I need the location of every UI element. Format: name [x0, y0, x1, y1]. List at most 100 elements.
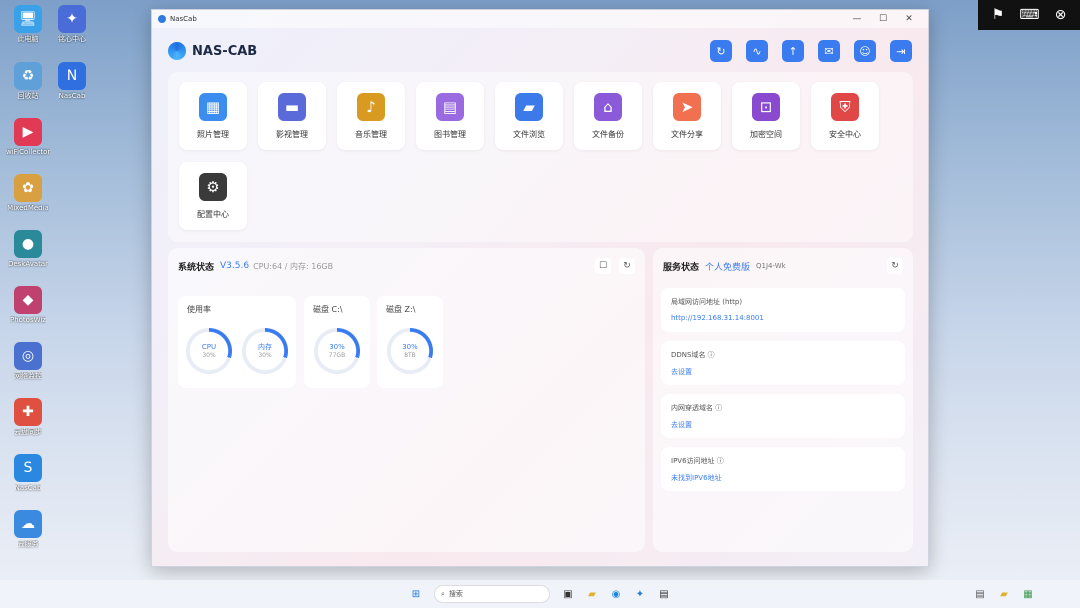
service-row: DDNS域名 ⓘ 去设置: [661, 341, 905, 385]
taskview-icon[interactable]: ▣: [560, 586, 576, 602]
desktop-app-icon: ◆: [14, 286, 42, 314]
app-tile-icon: ▰: [515, 92, 543, 121]
toolbar: ↻ ∿ ↑ ✉ ☺ ⇥: [696, 40, 912, 62]
close-button[interactable]: ✕: [896, 14, 922, 24]
app-tile-icon: ⛨: [831, 92, 859, 121]
refresh-icon[interactable]: ↻: [619, 258, 635, 274]
pulse-icon[interactable]: ∿: [746, 40, 768, 62]
terminal-icon[interactable]: ▤: [656, 586, 672, 602]
app-tile[interactable]: ⚙ 配置中心: [179, 162, 247, 230]
mail-icon[interactable]: ✉: [818, 40, 840, 62]
desktop-icon-label: DeskAvatar: [7, 260, 49, 268]
desktop-icon[interactable]: N NasCab: [50, 62, 94, 101]
app-grid: ▦ 照片管理 ▬ 影视管理 ♪ 音乐管理 ▤ 图书管理 ▰ 文件浏览 ⌂ 文件备份 ➤ 文件分享 ⊡ 加密空间…: [168, 72, 913, 242]
desktop-icon[interactable]: ✦ 铭心中心: [50, 5, 94, 44]
desktop-icon[interactable]: ✿ MixedMedia: [6, 174, 50, 213]
logout-icon[interactable]: ⇥: [890, 40, 912, 62]
disk-z-size: 8TB: [404, 351, 416, 359]
search-icon: ⌕: [441, 589, 445, 598]
service-row-link[interactable]: 去设置: [671, 367, 692, 377]
service-status-title: 服务状态: [663, 262, 700, 273]
nascab-window: NasCab — ☐ ✕ NAS-CAB ↻ ∿ ↑ ✉ ☺ ⇥ ▦ 照片管理 ▬ 影视管理 ♪ 音…: [151, 9, 929, 567]
flag-icon[interactable]: ⚑: [992, 7, 1005, 23]
desktop-app-icon: N: [58, 62, 86, 90]
service-row: IPV6访问地址 ⓘ 未找到IPV6地址: [661, 447, 905, 491]
memory-gauge: 内存 30%: [242, 328, 288, 374]
desktop-icon[interactable]: ● DeskAvatar: [6, 230, 50, 269]
app-tile[interactable]: ➤ 文件分享: [653, 82, 721, 150]
desktop-icon[interactable]: ◆ PhotosWiz: [6, 286, 50, 325]
app-tile[interactable]: ♪ 音乐管理: [337, 82, 405, 150]
service-status-panel: 服务状态 个人免费版 Q1J4-Wk ↻ 局域网访问地址 (http) http:…: [653, 248, 913, 552]
service-row-label: DDNS域名 ⓘ: [671, 351, 715, 359]
app-tile[interactable]: ▤ 图书管理: [416, 82, 484, 150]
service-row-link[interactable]: 去设置: [671, 420, 692, 430]
app-tile[interactable]: ▬ 影视管理: [258, 82, 326, 150]
desktop-icon[interactable]: ✚ 云盘同步: [6, 398, 50, 437]
desktop-icon[interactable]: S NasCab: [6, 454, 50, 493]
nascab-taskbar-icon[interactable]: ✦: [632, 586, 648, 602]
upload-icon[interactable]: ↑: [782, 40, 804, 62]
brand-name: NAS-CAB: [192, 43, 258, 59]
desktop-icon[interactable]: 🖥 此电脑: [6, 5, 50, 44]
memory-value: 30%: [258, 351, 272, 359]
desktop-app-icon: 🖥: [14, 5, 42, 33]
service-row-label: IPV6访问地址 ⓘ: [671, 457, 724, 465]
memory-label: 内存: [258, 342, 272, 351]
edge-icon[interactable]: ◉: [608, 586, 624, 602]
cpu-gauge: CPU 30%: [186, 328, 232, 374]
service-row-link[interactable]: 未找到IPV6地址: [671, 473, 722, 483]
app-tile[interactable]: ▦ 照片管理: [179, 82, 247, 150]
tray-folder-icon[interactable]: ▰: [996, 586, 1012, 602]
keyboard-icon[interactable]: ⌨: [1019, 7, 1039, 23]
app-tile-label: 图书管理: [434, 129, 466, 139]
app-tile-icon: ⊡: [752, 92, 780, 121]
service-row-link[interactable]: http://192.168.31.14:8001: [671, 314, 764, 322]
app-tile-icon: ▤: [436, 92, 464, 121]
disk-c-card: 磁盘 C:\ 30% 77GB: [304, 296, 370, 388]
desktop-app-icon: ✿: [14, 174, 42, 202]
desktop-app-icon: ✚: [14, 398, 42, 426]
disk-c-size: 77GB: [328, 351, 346, 359]
app-tile-label: 安全中心: [829, 129, 861, 139]
desktop-app-icon: ✦: [58, 5, 86, 33]
user-icon[interactable]: ☺: [854, 40, 876, 62]
maximize-button[interactable]: ☐: [870, 14, 896, 24]
cpu-value: 30%: [202, 351, 216, 359]
desktop-icon[interactable]: ◎ 网络监控: [6, 342, 50, 381]
window-titlebar[interactable]: NasCab — ☐ ✕: [152, 10, 928, 28]
app-header: NAS-CAB ↻ ∿ ↑ ✉ ☺ ⇥: [168, 38, 912, 64]
service-row-label: 局域网访问地址 (http): [671, 298, 743, 306]
tray-app-icon[interactable]: ▦: [1020, 586, 1036, 602]
app-tile-icon: ▦: [199, 92, 227, 121]
desktop-icon[interactable]: ♻ 回收站: [6, 62, 50, 101]
refresh-icon[interactable]: ↻: [710, 40, 732, 62]
search-input[interactable]: ⌕ 搜索: [434, 585, 550, 603]
app-tile-label: 音乐管理: [355, 129, 387, 139]
expand-icon[interactable]: ☐: [595, 258, 611, 274]
desktop-icon[interactable]: ▶ wiFiCollector: [6, 118, 50, 157]
start-icon[interactable]: ⊞: [408, 586, 424, 602]
app-tile[interactable]: ▰ 文件浏览: [495, 82, 563, 150]
desktop-icon[interactable]: ☁ 云服务: [6, 510, 50, 549]
tray-icon[interactable]: ▤: [972, 586, 988, 602]
app-logo-icon: [158, 15, 166, 23]
system-spec: CPU:64 / 内存: 16GB: [253, 261, 334, 271]
license-code: Q1J4-Wk: [756, 262, 786, 270]
close-icon[interactable]: ⊗: [1055, 7, 1067, 23]
app-tile[interactable]: ⛨ 安全中心: [811, 82, 879, 150]
minimize-button[interactable]: —: [844, 14, 870, 24]
refresh-icon[interactable]: ↻: [887, 258, 903, 274]
folder-icon[interactable]: ▰: [584, 586, 600, 602]
app-tile-label: 文件备份: [592, 129, 624, 139]
desktop-app-icon: S: [14, 454, 42, 482]
app-tile-icon: ⌂: [594, 92, 622, 121]
plan-label: 个人免费版: [705, 262, 751, 273]
disk-z-card: 磁盘 Z:\ 30% 8TB: [377, 296, 443, 388]
app-tile-label: 文件分享: [671, 129, 703, 139]
cpu-label: CPU: [201, 342, 217, 351]
app-tile[interactable]: ⊡ 加密空间: [732, 82, 800, 150]
app-tile-icon: ➤: [673, 92, 701, 121]
desktop-icon-label: MixedMedia: [7, 204, 49, 212]
app-tile[interactable]: ⌂ 文件备份: [574, 82, 642, 150]
